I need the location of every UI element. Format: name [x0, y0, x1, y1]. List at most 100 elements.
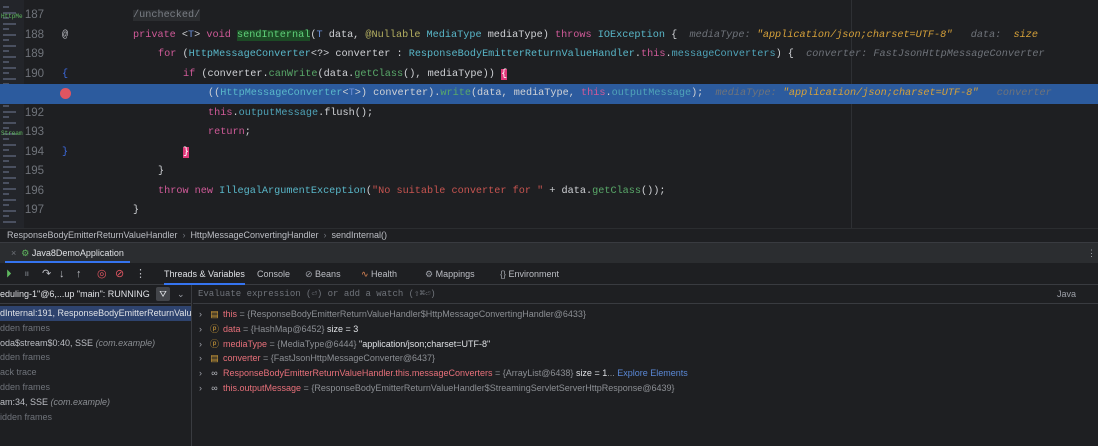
inline-value-hint: "application/json;charset=UTF-8"	[782, 88, 979, 99]
tab-beans[interactable]: ⊘ Beans	[305, 263, 341, 285]
chevron-right-icon[interactable]: ›	[199, 337, 209, 352]
tab-mappings[interactable]: ⚙ Mappings	[425, 263, 475, 285]
chevron-right-icon[interactable]: ›	[199, 307, 209, 322]
variable-name: mediaType	[223, 338, 268, 349]
code-line[interactable]: 193 return;	[0, 123, 1098, 143]
code-text: for (HttpMessageConverter<?> converter :…	[158, 45, 1045, 65]
tab-threads-variables[interactable]: Threads & Variables	[164, 263, 245, 285]
variable-row[interactable]: › ∞ this.outputMessage = {ResponseBodyEmit…	[193, 381, 1098, 396]
frame-label: oda$stream$0:40, SSE	[0, 337, 96, 348]
stack-frame[interactable]: oda$stream$0:40, SSE (com.example)	[0, 336, 191, 351]
code-token: this	[580, 88, 606, 99]
tab-health[interactable]: ∿ Health	[361, 263, 397, 285]
code-token: <?> converter :	[310, 49, 409, 60]
stack-frame[interactable]: dden frames	[0, 350, 191, 365]
frame-label: ack trace	[0, 367, 37, 378]
line-number: 189	[24, 48, 44, 60]
code-line[interactable]: 195}	[0, 162, 1098, 182]
beans-icon: ⊘	[305, 269, 316, 279]
code-text: if (converter.canWrite(data.getClass(), …	[183, 65, 508, 85]
code-line[interactable]: 197}	[0, 201, 1098, 221]
pause-icon[interactable]: ⏸	[24, 263, 30, 285]
step-over-icon[interactable]: ↷	[42, 263, 51, 285]
line-number: 197	[24, 204, 44, 216]
fold-icon[interactable]: {	[58, 65, 72, 85]
frame-label: dden frames	[0, 381, 51, 392]
step-into-icon[interactable]: ↓	[59, 263, 65, 285]
explore-elements-link[interactable]: Explore Elements	[617, 368, 688, 378]
code-line[interactable]: 189 for (HttpMessageConverter<?> converte…	[0, 45, 1098, 65]
more-icon[interactable]: ⋮	[135, 263, 146, 285]
more-icon[interactable]: ⋮	[1087, 243, 1096, 263]
variable-row[interactable]: › ▤ this = {ResponseBodyEmitterReturnValue…	[193, 307, 1098, 322]
close-icon[interactable]: ×	[11, 248, 16, 258]
evaluate-expression-input[interactable]: Evaluate expression (⏎) or add a watch (…	[193, 285, 1098, 304]
current-line[interactable]: ((HttpMessageConverter<T>) converter).wr…	[0, 84, 1098, 104]
app-run-icon: ⚙	[21, 248, 30, 258]
variable-row[interactable]: › ⓟ mediaType = {MediaType@6444} "applicat…	[193, 337, 1098, 352]
equals: =	[240, 323, 251, 334]
code-line[interactable]: 188 @ private <T> void sendInternal(T data…	[0, 26, 1098, 46]
variable-row[interactable]: › ⓟ data = {HashMap@6452} size = 3	[193, 322, 1098, 337]
variable-extra: size = 1	[575, 368, 608, 379]
stack-frame[interactable]: am:34, SSE (com.example)	[0, 395, 191, 410]
filter-icon[interactable]: ⛛	[156, 287, 170, 301]
code-editor[interactable]: HttpMe Stream 187/unchecked/188 @ private <…	[0, 0, 1098, 228]
tab-console[interactable]: Console	[257, 263, 290, 285]
chevron-right-icon[interactable]: ›	[199, 322, 209, 337]
code-token: throw new	[158, 185, 220, 197]
fold-icon[interactable]: }	[58, 143, 72, 163]
breadcrumb-method[interactable]: sendInternal()	[332, 230, 388, 240]
run-config-tab[interactable]: × ⚙ Java8DemoApplication	[5, 243, 130, 263]
variable-value: {FastJsonHttpMessageConverter@6437}	[270, 353, 436, 364]
code-token: ();	[354, 107, 374, 119]
debug-toolbar: ⏵ ⏸ ↷ ↓ ↑ ◎ ⊘ ⋮ Threads & Variables Conso…	[0, 263, 1098, 285]
chevron-right-icon[interactable]: ›	[199, 381, 209, 396]
annotation-gutter-icon[interactable]: @	[58, 26, 72, 46]
chevron-right-icon[interactable]: ›	[199, 366, 209, 381]
breadcrumb-class[interactable]: ResponseBodyEmitterReturnValueHandler	[7, 230, 177, 240]
code-token: mediaType)	[481, 29, 555, 41]
debug-tab-bar: × ⚙ Java8DemoApplication ⋮	[0, 242, 1098, 263]
chevron-down-icon[interactable]: ⌄	[177, 285, 185, 304]
line-number: 196	[24, 184, 44, 197]
mute-breakpoints-icon[interactable]: ⊘	[115, 263, 124, 285]
code-token: IllegalArgumentException	[219, 185, 366, 197]
code-line[interactable]: 187/unchecked/	[0, 6, 1098, 26]
field-icon: ▤	[210, 353, 219, 364]
resume-icon[interactable]: ⏵	[6, 263, 12, 285]
equals: =	[237, 309, 248, 319]
stack-frame[interactable]: dden frames	[0, 321, 191, 336]
stack-frame[interactable]: ack trace	[0, 365, 191, 380]
inline-value-hint: data:	[952, 29, 1014, 41]
code-line[interactable]: 192 this.outputMessage.flush();	[0, 104, 1098, 124]
stack-frame[interactable]: dInternal:191, ResponseBodyEmitterReturn…	[0, 306, 191, 321]
environment-icon: {}	[500, 269, 509, 279]
watch-icon: ∞	[211, 368, 218, 379]
language-selector[interactable]: Java	[1057, 285, 1076, 304]
equals: =	[301, 382, 312, 393]
stack-frame[interactable]: idden frames	[0, 410, 191, 425]
variable-name: this.outputMessage	[223, 382, 302, 393]
variable-row[interactable]: › ∞ ResponseBodyEmitterReturnValueHandler.…	[193, 366, 1098, 381]
chevron-right-icon[interactable]: ›	[199, 351, 209, 366]
code-line[interactable]: 190{if (converter.canWrite(data.getClass…	[0, 65, 1098, 85]
code-token: getClass	[592, 185, 642, 197]
code-token: data,	[322, 29, 366, 41]
tab-environment[interactable]: {} Environment	[500, 263, 559, 285]
code-token: (data, mediaType,	[470, 88, 581, 99]
stack-frame[interactable]: dden frames	[0, 380, 191, 395]
code-line[interactable]: 194}}	[0, 143, 1098, 163]
thread-selector[interactable]: eduling-1"@6,...up "main": RUNNING ⛛ ⌄	[0, 285, 191, 304]
variable-row[interactable]: › ▤ converter = {FastJsonHttpMessageConver…	[193, 351, 1098, 366]
frame-package: (com.example)	[50, 396, 111, 407]
code-token: MediaType	[426, 29, 482, 41]
tab-label: Health	[371, 269, 398, 279]
frames-panel: eduling-1"@6,...up "main": RUNNING ⛛ ⌄ d…	[0, 285, 192, 446]
code-text: return;	[208, 123, 251, 143]
code-token: + data.	[543, 185, 593, 197]
breadcrumb-inner-class[interactable]: HttpMessageConvertingHandler	[190, 230, 318, 240]
view-breakpoints-icon[interactable]: ◎	[97, 263, 107, 285]
code-line[interactable]: 196 throw new IllegalArgumentException("N…	[0, 182, 1098, 202]
step-out-icon[interactable]: ↑	[76, 263, 82, 285]
